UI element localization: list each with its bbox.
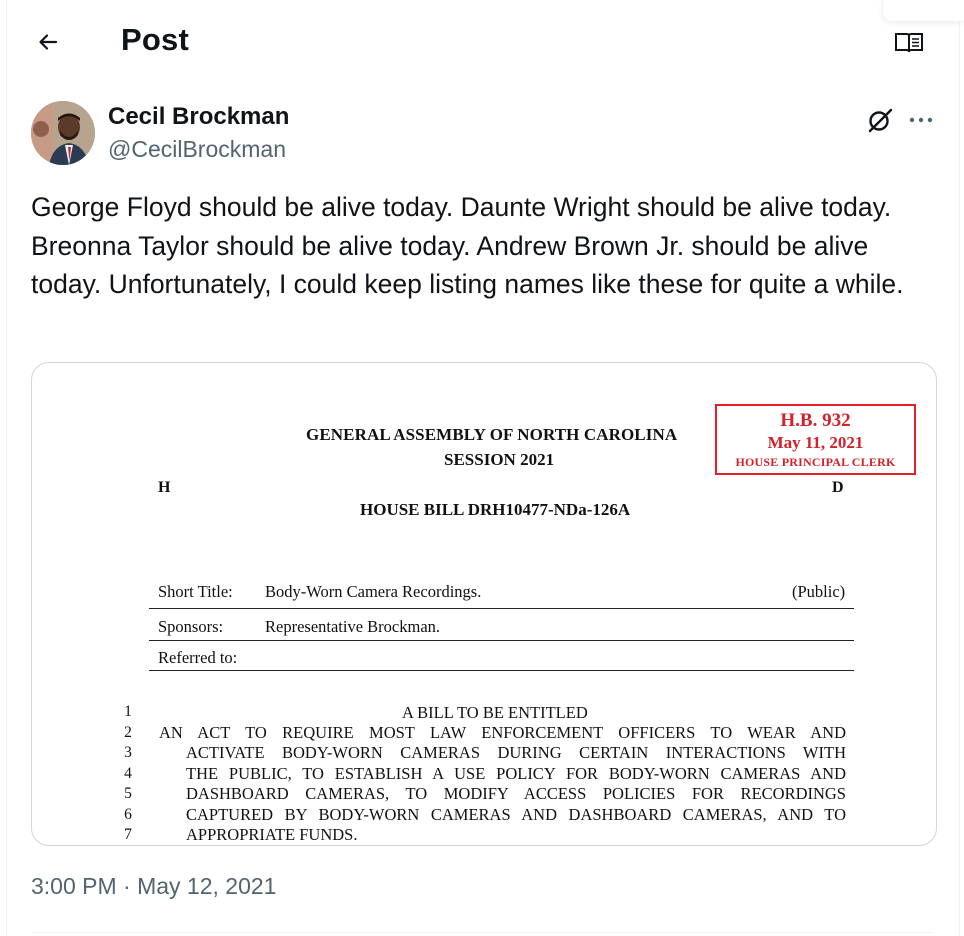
line-number: 5 — [124, 785, 132, 802]
bill-line: A BILL TO BE ENTITLED — [402, 703, 588, 722]
bill-document: GENERAL ASSEMBLY OF NORTH CAROLINA SESSI… — [32, 363, 936, 845]
line-number: 3 — [124, 744, 132, 761]
short-title-label: Short Title: — [158, 582, 233, 601]
author-avatar[interactable] — [31, 101, 95, 165]
line-number: 6 — [124, 806, 132, 823]
reader-mode-button[interactable] — [890, 26, 928, 60]
more-horizontal-icon — [909, 117, 933, 123]
page-title: Post — [121, 22, 189, 57]
line-number: 2 — [124, 724, 132, 741]
doc-rule — [149, 670, 854, 671]
bill-line: DASHBOARD CAMERAS, TO MODIFY ACCESS POLI… — [186, 784, 846, 803]
bill-line: THE PUBLIC, TO ESTABLISH A USE POLICY FO… — [186, 764, 846, 783]
more-options-button[interactable] — [903, 104, 939, 136]
grok-icon — [868, 108, 893, 133]
tweet-image[interactable]: GENERAL ASSEMBLY OF NORTH CAROLINA SESSI… — [31, 362, 937, 846]
doc-session-heading: SESSION 2021 — [444, 450, 555, 469]
short-title-value: Body-Worn Camera Recordings. — [265, 582, 482, 601]
line-number: 4 — [124, 765, 132, 782]
post-header: Post — [0, 0, 964, 84]
author-handle[interactable]: @CecilBrockman — [108, 136, 286, 163]
divider — [31, 932, 933, 933]
grok-button[interactable] — [864, 104, 896, 136]
tweet-text: George Floyd should be alive today. Daun… — [31, 192, 904, 299]
bill-line: APPROPRIATE FUNDS. — [186, 825, 358, 844]
bill-line: AN ACT TO REQUIRE MOST LAW ENFORCEMENT O… — [159, 723, 846, 742]
public-label: (Public) — [792, 582, 846, 601]
stamp-clerk: HOUSE PRINCIPAL CLERK — [735, 455, 896, 469]
back-button[interactable] — [28, 24, 68, 60]
clerk-stamp: H.B. 932 May 11, 2021 HOUSE PRINCIPAL CL… — [715, 404, 916, 475]
arrow-left-icon — [39, 34, 58, 50]
sponsors-value: Representative Brockman. — [265, 617, 441, 636]
line-number: 7 — [124, 826, 132, 843]
doc-chamber-left: H — [158, 479, 171, 496]
referred-label: Referred to: — [158, 648, 238, 667]
sponsors-label: Sponsors: — [158, 617, 224, 636]
doc-bill-number: HOUSE BILL DRH10477-NDa-126A — [360, 500, 631, 519]
line-number: 1 — [124, 703, 132, 720]
stamp-bill-number: H.B. 932 — [780, 410, 851, 431]
author-name[interactable]: Cecil Brockman — [108, 103, 289, 131]
doc-chamber-right: D — [832, 479, 844, 496]
doc-assembly-heading: GENERAL ASSEMBLY OF NORTH CAROLINA — [306, 425, 678, 444]
avatar-photo — [31, 101, 95, 165]
stamp-date: May 11, 2021 — [767, 433, 864, 452]
open-book-icon — [895, 33, 923, 53]
bill-line: ACTIVATE BODY-WORN CAMERAS DURING CERTAI… — [186, 743, 846, 762]
post-timestamp[interactable]: 3:00 PM · May 12, 2021 — [31, 873, 276, 900]
doc-rule — [149, 608, 854, 609]
doc-rule — [149, 640, 854, 641]
bill-line: CAPTURED BY BODY-WORN CAMERAS AND DASHBO… — [186, 805, 846, 824]
